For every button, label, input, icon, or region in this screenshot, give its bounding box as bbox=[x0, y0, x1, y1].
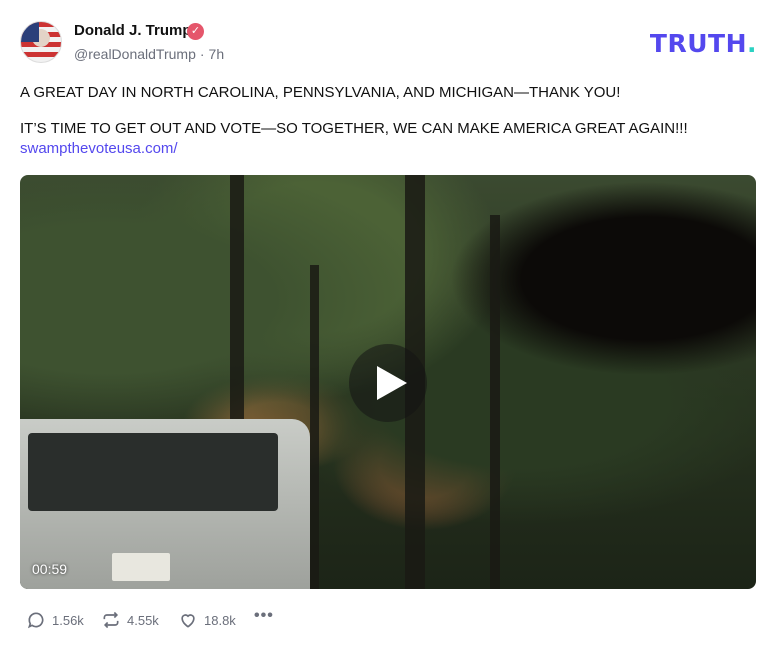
post-link[interactable]: swampthevoteusa.com/ bbox=[20, 140, 178, 157]
post-time[interactable]: 7h bbox=[209, 46, 225, 62]
avatar[interactable] bbox=[20, 21, 62, 63]
truth-post: Donald J. Trump ✓ @realDonaldTrump · 7h TR… bbox=[0, 0, 777, 651]
retruth-icon bbox=[103, 611, 119, 629]
more-options-button[interactable]: ••• bbox=[254, 607, 274, 625]
play-icon[interactable] bbox=[349, 344, 427, 422]
author-name[interactable]: Donald J. Trump bbox=[74, 22, 192, 39]
verified-badge-icon: ✓ bbox=[187, 23, 204, 40]
video-scene-detail bbox=[490, 215, 500, 589]
video-scene-detail bbox=[310, 265, 319, 589]
avatar-flag-canton bbox=[21, 22, 39, 42]
like-count: 18.8k bbox=[204, 612, 236, 628]
video-player[interactable]: 00:59 bbox=[20, 175, 756, 589]
post-text-line-2: IT’S TIME TO GET OUT AND VOTE—SO TOGETHE… bbox=[20, 120, 688, 137]
post-text-line-1: A GREAT DAY IN NORTH CAROLINA, PENNSYLVA… bbox=[20, 84, 621, 101]
logo-period: . bbox=[747, 29, 757, 58]
logo-text: TRUTH bbox=[649, 29, 747, 58]
retruth-count: 4.55k bbox=[127, 612, 159, 628]
reply-button[interactable]: 1.56k bbox=[26, 610, 84, 630]
like-button[interactable]: 18.8k bbox=[178, 610, 236, 630]
author-handle[interactable]: @realDonaldTrump bbox=[74, 46, 196, 62]
separator-dot: · bbox=[199, 46, 205, 62]
video-duration: 00:59 bbox=[32, 561, 68, 577]
reply-count: 1.56k bbox=[52, 612, 84, 628]
heart-icon bbox=[181, 614, 195, 628]
reply-icon bbox=[27, 612, 44, 629]
handle-row: @realDonaldTrump · 7h bbox=[74, 46, 224, 62]
more-icon: ••• bbox=[254, 607, 274, 624]
video-scene-detail bbox=[28, 433, 278, 511]
truth-logo[interactable]: TRUTH. bbox=[650, 29, 757, 58]
retruth-button[interactable]: 4.55k bbox=[101, 610, 159, 630]
video-scene-detail bbox=[112, 553, 170, 581]
